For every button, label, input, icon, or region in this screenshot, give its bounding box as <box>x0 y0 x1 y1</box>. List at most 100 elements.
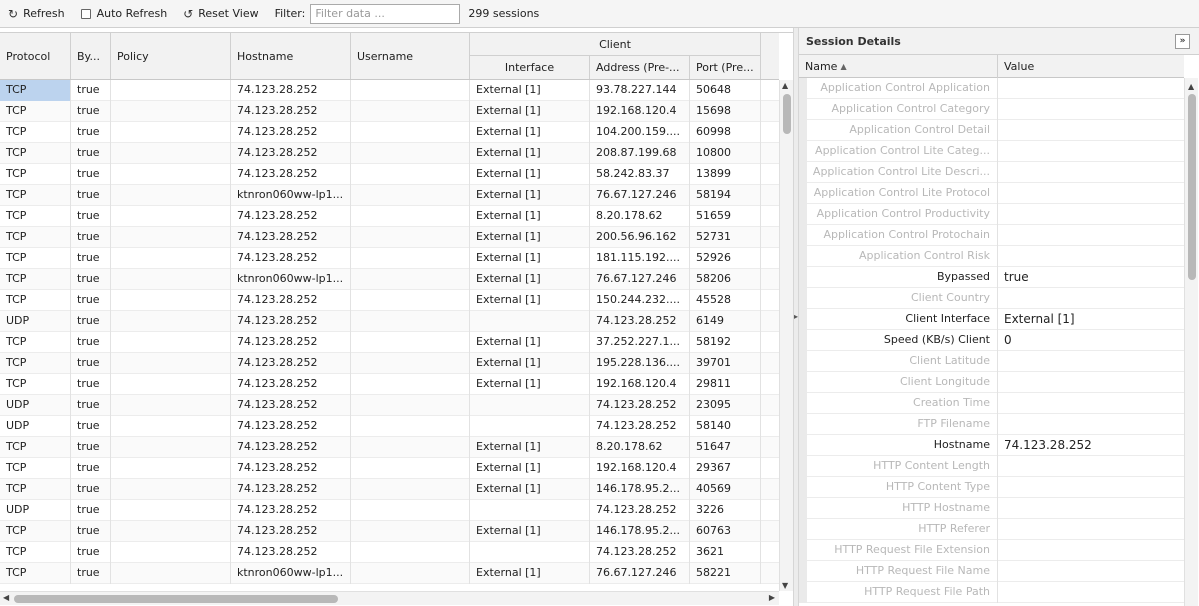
table-row[interactable]: TCP true 74.123.28.252 External [1] 93.78.22… <box>0 80 779 101</box>
auto-refresh-toggle[interactable]: Auto Refresh <box>80 7 167 20</box>
detail-row[interactable]: Application Control Productivity <box>799 204 1184 225</box>
table-row[interactable]: UDP true 74.123.28.252 74.123.28.252 58140 <box>0 416 779 437</box>
detail-row[interactable]: HTTP Hostname <box>799 498 1184 519</box>
policy-cell <box>111 353 231 374</box>
detail-row[interactable]: HTTP Content Length <box>799 456 1184 477</box>
table-row[interactable]: TCP true 74.123.28.252 External [1] 192.168.… <box>0 458 779 479</box>
detail-row[interactable]: Application Control Risk <box>799 246 1184 267</box>
detail-row[interactable]: Speed (KB/s) Client 0 <box>799 330 1184 351</box>
username-cell <box>351 500 470 521</box>
table-row[interactable]: TCP true 74.123.28.252 74.123.28.252 3621 <box>0 542 779 563</box>
detail-value <box>998 477 1184 498</box>
auto-refresh-checkbox[interactable] <box>80 8 91 19</box>
splitter-arrow-icon[interactable]: ▸ <box>794 312 798 321</box>
bypassed-cell: true <box>71 311 111 332</box>
detail-row[interactable]: Bypassed true <box>799 267 1184 288</box>
toolbar: ↻ Refresh Auto Refresh ↺ Reset View Filt… <box>0 0 1199 28</box>
detail-row[interactable]: Client Interface External [1] <box>799 309 1184 330</box>
scroll-up-icon[interactable]: ▲ <box>782 81 788 90</box>
table-row[interactable]: UDP true 74.123.28.252 74.123.28.252 23095 <box>0 395 779 416</box>
grid-vscroll-thumb[interactable] <box>783 94 791 134</box>
detail-row[interactable]: Application Control Detail <box>799 120 1184 141</box>
table-row[interactable]: TCP true 74.123.28.252 External [1] 37.252.2… <box>0 332 779 353</box>
detail-row[interactable]: Client Longitude <box>799 372 1184 393</box>
detail-row[interactable]: HTTP Request File Extension <box>799 540 1184 561</box>
table-row[interactable]: TCP true 74.123.28.252 External [1] 195.228.… <box>0 353 779 374</box>
policy-cell <box>111 437 231 458</box>
detail-row[interactable]: HTTP Request File Path <box>799 582 1184 603</box>
username-cell <box>351 101 470 122</box>
detail-row[interactable]: HTTP Referer <box>799 519 1184 540</box>
detail-value <box>998 288 1184 309</box>
refresh-label: Refresh <box>23 7 65 20</box>
hostname-cell: 74.123.28.252 <box>231 458 351 479</box>
col-address[interactable]: Address (Pre-... <box>590 56 690 79</box>
col-value[interactable]: Value <box>998 55 1184 78</box>
table-row[interactable]: UDP true 74.123.28.252 74.123.28.252 3226 <box>0 500 779 521</box>
detail-row[interactable]: HTTP Request File Name <box>799 561 1184 582</box>
grid-horizontal-scrollbar[interactable]: ◀ ▶ <box>0 591 779 605</box>
table-row[interactable]: TCP true 74.123.28.252 External [1] 192.168.… <box>0 374 779 395</box>
col-name[interactable]: Name ▲ <box>799 55 998 78</box>
detail-row[interactable]: HTTP Content Type <box>799 477 1184 498</box>
detail-row[interactable]: Application Control Lite Categ... <box>799 141 1184 162</box>
address-cell: 76.67.127.246 <box>590 185 690 206</box>
table-row[interactable]: TCP true 74.123.28.252 External [1] 8.20.178… <box>0 437 779 458</box>
filter-input[interactable] <box>310 3 461 24</box>
table-row[interactable]: TCP true 74.123.28.252 External [1] 181.115.… <box>0 248 779 269</box>
col-hostname[interactable]: Hostname <box>231 33 351 79</box>
refresh-button[interactable]: ↻ Refresh <box>8 7 65 21</box>
scroll-right-icon[interactable]: ▶ <box>769 593 775 602</box>
table-row[interactable]: TCP true 74.123.28.252 External [1] 192.168.… <box>0 101 779 122</box>
username-cell <box>351 206 470 227</box>
table-row[interactable]: TCP true 74.123.28.252 External [1] 58.242.8… <box>0 164 779 185</box>
table-row[interactable]: TCP true ktnron060ww-lp1... External [1] 76.… <box>0 269 779 290</box>
table-row[interactable]: UDP true 74.123.28.252 74.123.28.252 6149 <box>0 311 779 332</box>
details-scroll-up-icon[interactable]: ▲ <box>1188 82 1194 91</box>
detail-row[interactable]: Application Control Application <box>799 78 1184 99</box>
detail-row[interactable]: Creation Time <box>799 393 1184 414</box>
col-bypassed[interactable]: By... <box>71 33 111 79</box>
col-interface[interactable]: Interface <box>470 56 590 79</box>
col-protocol[interactable]: Protocol <box>0 33 71 79</box>
detail-row[interactable]: Client Country <box>799 288 1184 309</box>
grid-hscroll-thumb[interactable] <box>14 595 338 603</box>
detail-name: Application Control Lite Descri... <box>799 162 998 183</box>
detail-row[interactable]: Application Control Lite Descri... <box>799 162 1184 183</box>
table-row[interactable]: TCP true 74.123.28.252 External [1] 146.178.… <box>0 479 779 500</box>
details-vscroll-thumb[interactable] <box>1188 94 1196 280</box>
table-row[interactable]: TCP true 74.123.28.252 External [1] 150.244.… <box>0 290 779 311</box>
col-policy[interactable]: Policy <box>111 33 231 79</box>
detail-row[interactable]: FTP Filename <box>799 414 1184 435</box>
bypassed-cell: true <box>71 248 111 269</box>
table-row[interactable]: TCP true 74.123.28.252 External [1] 8.20.178… <box>0 206 779 227</box>
detail-value: 74.123.28.252 <box>1004 438 1092 452</box>
detail-row[interactable]: Application Control Protochain <box>799 225 1184 246</box>
grid-vertical-scrollbar[interactable]: ▲ ▼ <box>779 80 793 591</box>
table-row[interactable]: TCP true 74.123.28.252 External [1] 208.87.1… <box>0 143 779 164</box>
interface-cell <box>470 311 590 332</box>
scroll-left-icon[interactable]: ◀ <box>3 593 9 602</box>
detail-row[interactable]: Client Latitude <box>799 351 1184 372</box>
detail-name: Bypassed <box>799 267 998 288</box>
address-cell: 93.78.227.144 <box>590 80 690 101</box>
details-vertical-scrollbar[interactable]: ▲ <box>1184 78 1198 606</box>
username-cell <box>351 542 470 563</box>
col-username[interactable]: Username <box>351 33 470 79</box>
reset-view-button[interactable]: ↺ Reset View <box>183 7 258 21</box>
table-row[interactable]: TCP true 74.123.28.252 External [1] 200.56.9… <box>0 227 779 248</box>
col-port[interactable]: Port (Pre... <box>690 56 761 79</box>
scroll-down-icon[interactable]: ▼ <box>782 581 788 590</box>
bypassed-cell: true <box>71 269 111 290</box>
table-row[interactable]: TCP true 74.123.28.252 External [1] 146.178.… <box>0 521 779 542</box>
detail-row[interactable]: Application Control Lite Protocol <box>799 183 1184 204</box>
hostname-cell: 74.123.28.252 <box>231 500 351 521</box>
table-row[interactable]: TCP true 74.123.28.252 External [1] 104.200.… <box>0 122 779 143</box>
table-row[interactable]: TCP true ktnron060ww-lp1... External [1] 76.… <box>0 185 779 206</box>
table-row[interactable]: TCP true ktnron060ww-lp1... External [1] 76.… <box>0 563 779 584</box>
detail-row[interactable]: Application Control Category <box>799 99 1184 120</box>
policy-cell <box>111 416 231 437</box>
interface-cell: External [1] <box>470 290 590 311</box>
collapse-panel-icon[interactable]: » <box>1175 34 1190 49</box>
detail-row[interactable]: Hostname 74.123.28.252 <box>799 435 1184 456</box>
